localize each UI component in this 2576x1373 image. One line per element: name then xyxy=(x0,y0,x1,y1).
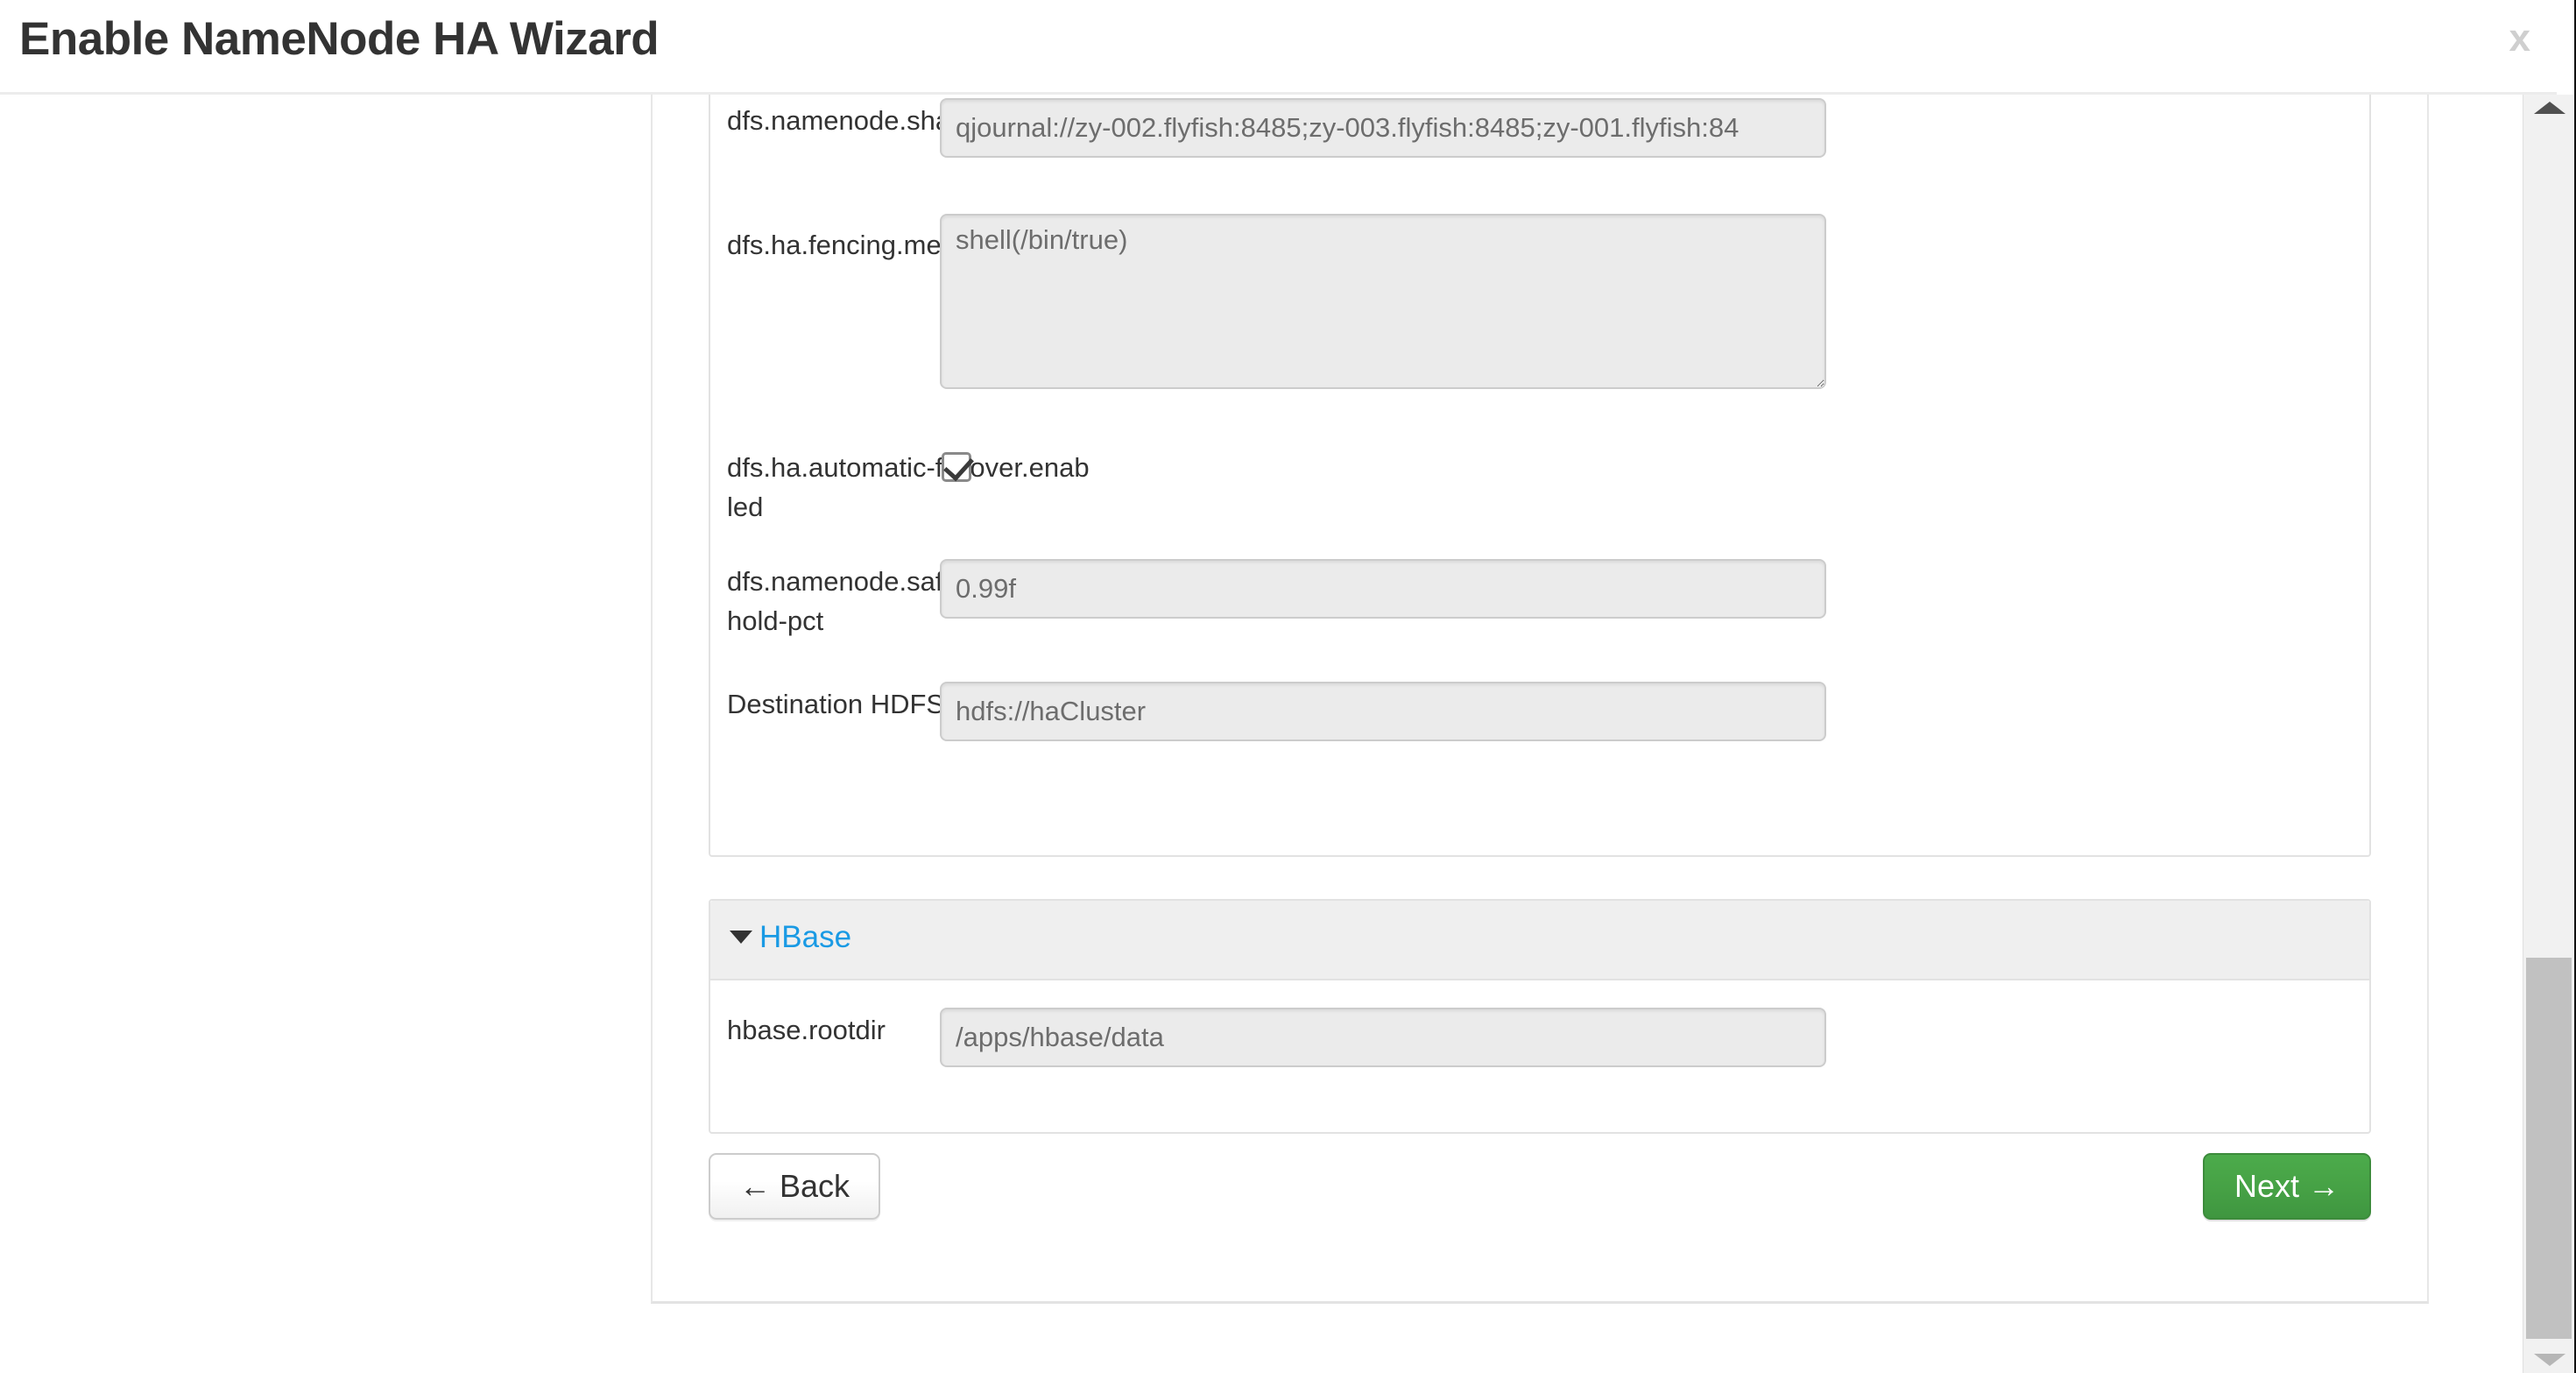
safemode-threshold-pct-input[interactable] xyxy=(940,559,1826,619)
form-row: hbase.rootdir xyxy=(710,1011,2369,1116)
scroll-up-arrow-icon[interactable] xyxy=(2534,102,2565,114)
field-control xyxy=(940,1008,1826,1067)
field-control xyxy=(940,98,1826,158)
scroll-down-arrow-icon[interactable] xyxy=(2534,1354,2565,1366)
shared-edits-dir-input[interactable] xyxy=(940,98,1826,158)
field-label-automatic-failover-enabled: dfs.ha.automatic-failover.enabled xyxy=(727,449,1095,527)
field-control xyxy=(940,682,1826,741)
panel-hbase-title-link[interactable]: HBase xyxy=(759,920,851,955)
wizard-screen: Enable NameNode HA Wizard x dfs.namenode… xyxy=(0,0,2576,1373)
panel-hbase: HBase hbase.rootdir xyxy=(709,899,2371,1134)
field-control xyxy=(942,452,971,482)
caret-down-icon[interactable] xyxy=(730,931,752,944)
panel-hbase-heading[interactable]: HBase xyxy=(710,901,2369,980)
form-row: dfs.ha.fencing.methods shell(/bin/true) xyxy=(710,224,2369,443)
back-button[interactable]: ← Back xyxy=(709,1153,880,1220)
form-row: dfs.namenode.shared.edits.dir xyxy=(710,102,2369,224)
form-row: dfs.namenode.safemode.threshold-pct xyxy=(710,563,2369,685)
modal-body: dfs.namenode.shared.edits.dir dfs.ha.fen… xyxy=(0,95,2557,1373)
field-control xyxy=(940,559,1826,619)
page-title: Enable NameNode HA Wizard xyxy=(19,12,659,66)
form-row: dfs.ha.automatic-failover.enabled xyxy=(710,449,2369,563)
panel-hdfs: dfs.namenode.shared.edits.dir dfs.ha.fen… xyxy=(709,95,2371,857)
modal-header: Enable NameNode HA Wizard x xyxy=(0,0,2557,95)
automatic-failover-checkbox[interactable] xyxy=(942,452,971,482)
scrollbar-thumb[interactable] xyxy=(2526,958,2572,1339)
form-row: Destination HDFS Directory xyxy=(710,685,2369,808)
vertical-scrollbar[interactable] xyxy=(2523,95,2576,1373)
field-control: shell(/bin/true) xyxy=(940,214,1826,389)
hbase-rootdir-input[interactable] xyxy=(940,1008,1826,1067)
fencing-methods-textarea[interactable]: shell(/bin/true) xyxy=(940,214,1826,389)
close-icon[interactable]: x xyxy=(2509,19,2530,58)
wizard-footer: ← Back Next → xyxy=(709,1137,2371,1251)
wizard-container: dfs.namenode.shared.edits.dir dfs.ha.fen… xyxy=(651,95,2429,1304)
next-button[interactable]: Next → xyxy=(2203,1153,2371,1220)
destination-hdfs-directory-input[interactable] xyxy=(940,682,1826,741)
